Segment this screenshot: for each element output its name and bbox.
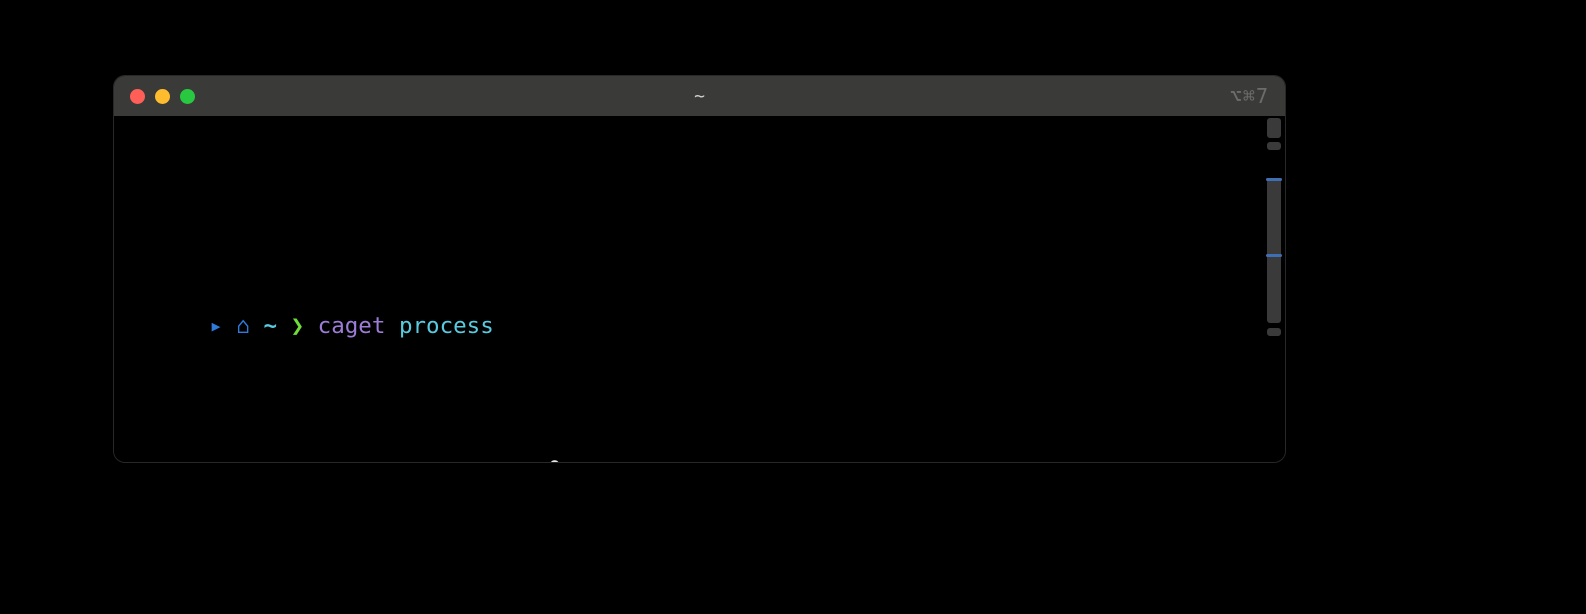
output-line: process 0	[128, 452, 1271, 462]
command: caget	[318, 313, 386, 339]
scrollbar-segment	[1267, 118, 1281, 138]
scrollbar-segment	[1267, 328, 1281, 336]
terminal-body[interactable]: ▸ ⌂ ~ ❯ caget process process 0 ▸ ⌂ ~ ❯ …	[114, 116, 1285, 462]
prompt-arrow-icon: ❯	[291, 313, 305, 339]
cwd-tilde: ~	[263, 313, 277, 339]
scrollbar-segment	[1267, 142, 1281, 150]
window-title: ~	[114, 86, 1285, 107]
zoom-button[interactable]	[180, 89, 195, 104]
scrollbar-mark	[1266, 254, 1282, 257]
scrollbar-mark	[1266, 178, 1282, 181]
titlebar-shortcut: ⌥⌘7	[1230, 84, 1269, 108]
scrollbar[interactable]	[1265, 118, 1283, 460]
minimize-button[interactable]	[155, 89, 170, 104]
titlebar[interactable]: ~ ⌥⌘7	[114, 76, 1285, 116]
scrollbar-thumb[interactable]	[1267, 178, 1281, 323]
terminal-window: ~ ⌥⌘7 ▸ ⌂ ~ ❯ caget process process 0 ▸ …	[113, 75, 1286, 463]
home-icon: ⌂	[236, 313, 250, 339]
traffic-lights	[114, 89, 195, 104]
close-button[interactable]	[130, 89, 145, 104]
command-args: process	[399, 313, 494, 339]
prompt-line: ▸ ⌂ ~ ❯ caget process	[128, 272, 1271, 308]
leading-chevron-icon: ▸	[209, 308, 223, 344]
